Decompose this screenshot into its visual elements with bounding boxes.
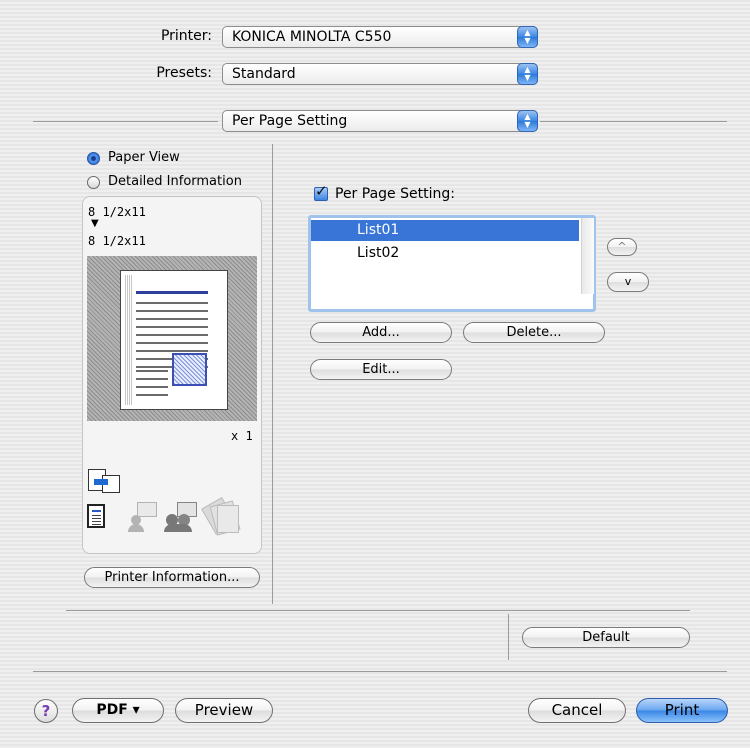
page-texture [125, 275, 132, 405]
detailed-info-radio[interactable] [87, 176, 100, 189]
paper-out-size: 8 1/2x11 [88, 234, 146, 248]
panel-popup[interactable]: Per Page Setting ▲ ▼ [222, 110, 538, 132]
per-page-setting-label: Per Page Setting: [335, 186, 455, 202]
print-button[interactable]: Print [636, 698, 728, 723]
default-divider [508, 614, 509, 660]
copies-count: x 1 [231, 429, 253, 443]
pdf-button[interactable]: PDF ▾ [72, 698, 164, 723]
presets-popup[interactable]: Standard ▲ ▼ [222, 63, 538, 85]
list-item[interactable]: List02 [311, 243, 579, 264]
delete-button[interactable]: Delete... [463, 322, 605, 343]
column-divider [272, 144, 273, 604]
presets-popup-value: Standard [232, 66, 296, 82]
stacked-pages-icon[interactable] [201, 497, 241, 537]
list-item-selected[interactable]: List01 [311, 220, 579, 241]
separator-line [33, 121, 218, 122]
edit-button[interactable]: Edit... [310, 359, 452, 380]
popup-arrows-icon: ▲ ▼ [517, 63, 538, 85]
list-item-label: List02 [357, 245, 400, 261]
add-button[interactable]: Add... [310, 322, 452, 343]
per-page-list[interactable]: List01 List02 [308, 215, 596, 312]
list-item-label: List01 [357, 222, 400, 238]
default-button[interactable]: Default [522, 627, 690, 648]
image-block [172, 353, 207, 386]
paper-view-label: Paper View [108, 150, 180, 165]
list-scrollbar[interactable] [581, 218, 594, 294]
document-icon[interactable] [87, 504, 105, 528]
popup-arrows-icon: ▲ ▼ [517, 110, 538, 132]
paper-view-radio[interactable] [87, 152, 100, 165]
per-page-setting-checkbox[interactable]: ✓ [314, 182, 328, 201]
panel-popup-value: Per Page Setting [232, 113, 348, 129]
output-tray-icon[interactable] [85, 467, 120, 495]
separator-line [66, 610, 690, 611]
cancel-button[interactable]: Cancel [528, 698, 626, 723]
printer-popup-value: KONICA MINOLTA C550 [232, 29, 392, 45]
preview-panel: 8 1/2x11 ▼ 8 1/2x11 x 1 [82, 196, 262, 554]
presets-label: Presets: [156, 65, 212, 81]
paper-preview-area [87, 256, 257, 421]
help-icon[interactable]: ? [34, 699, 58, 723]
users-icon[interactable] [164, 502, 198, 532]
printer-label: Printer: [160, 28, 212, 44]
popup-arrows-icon: ▲ ▼ [517, 26, 538, 48]
arrow-down-icon: ▼ [91, 218, 99, 229]
printer-popup[interactable]: KONICA MINOLTA C550 ▲ ▼ [222, 26, 538, 48]
user-icon[interactable] [128, 502, 158, 532]
separator-line [33, 671, 727, 672]
page-preview [120, 270, 228, 410]
separator-line [540, 121, 727, 122]
preview-button[interactable]: Preview [175, 698, 273, 723]
printer-information-button[interactable]: Printer Information... [84, 567, 260, 588]
move-down-button[interactable]: v [607, 272, 649, 292]
page-title-line [136, 291, 208, 294]
page-text-lines [136, 370, 168, 400]
checkmark-icon: ✓ [315, 182, 328, 200]
move-up-button[interactable]: ^ [607, 238, 637, 256]
detailed-info-label: Detailed Information [108, 174, 242, 189]
paper-in-size: 8 1/2x11 [88, 205, 146, 219]
